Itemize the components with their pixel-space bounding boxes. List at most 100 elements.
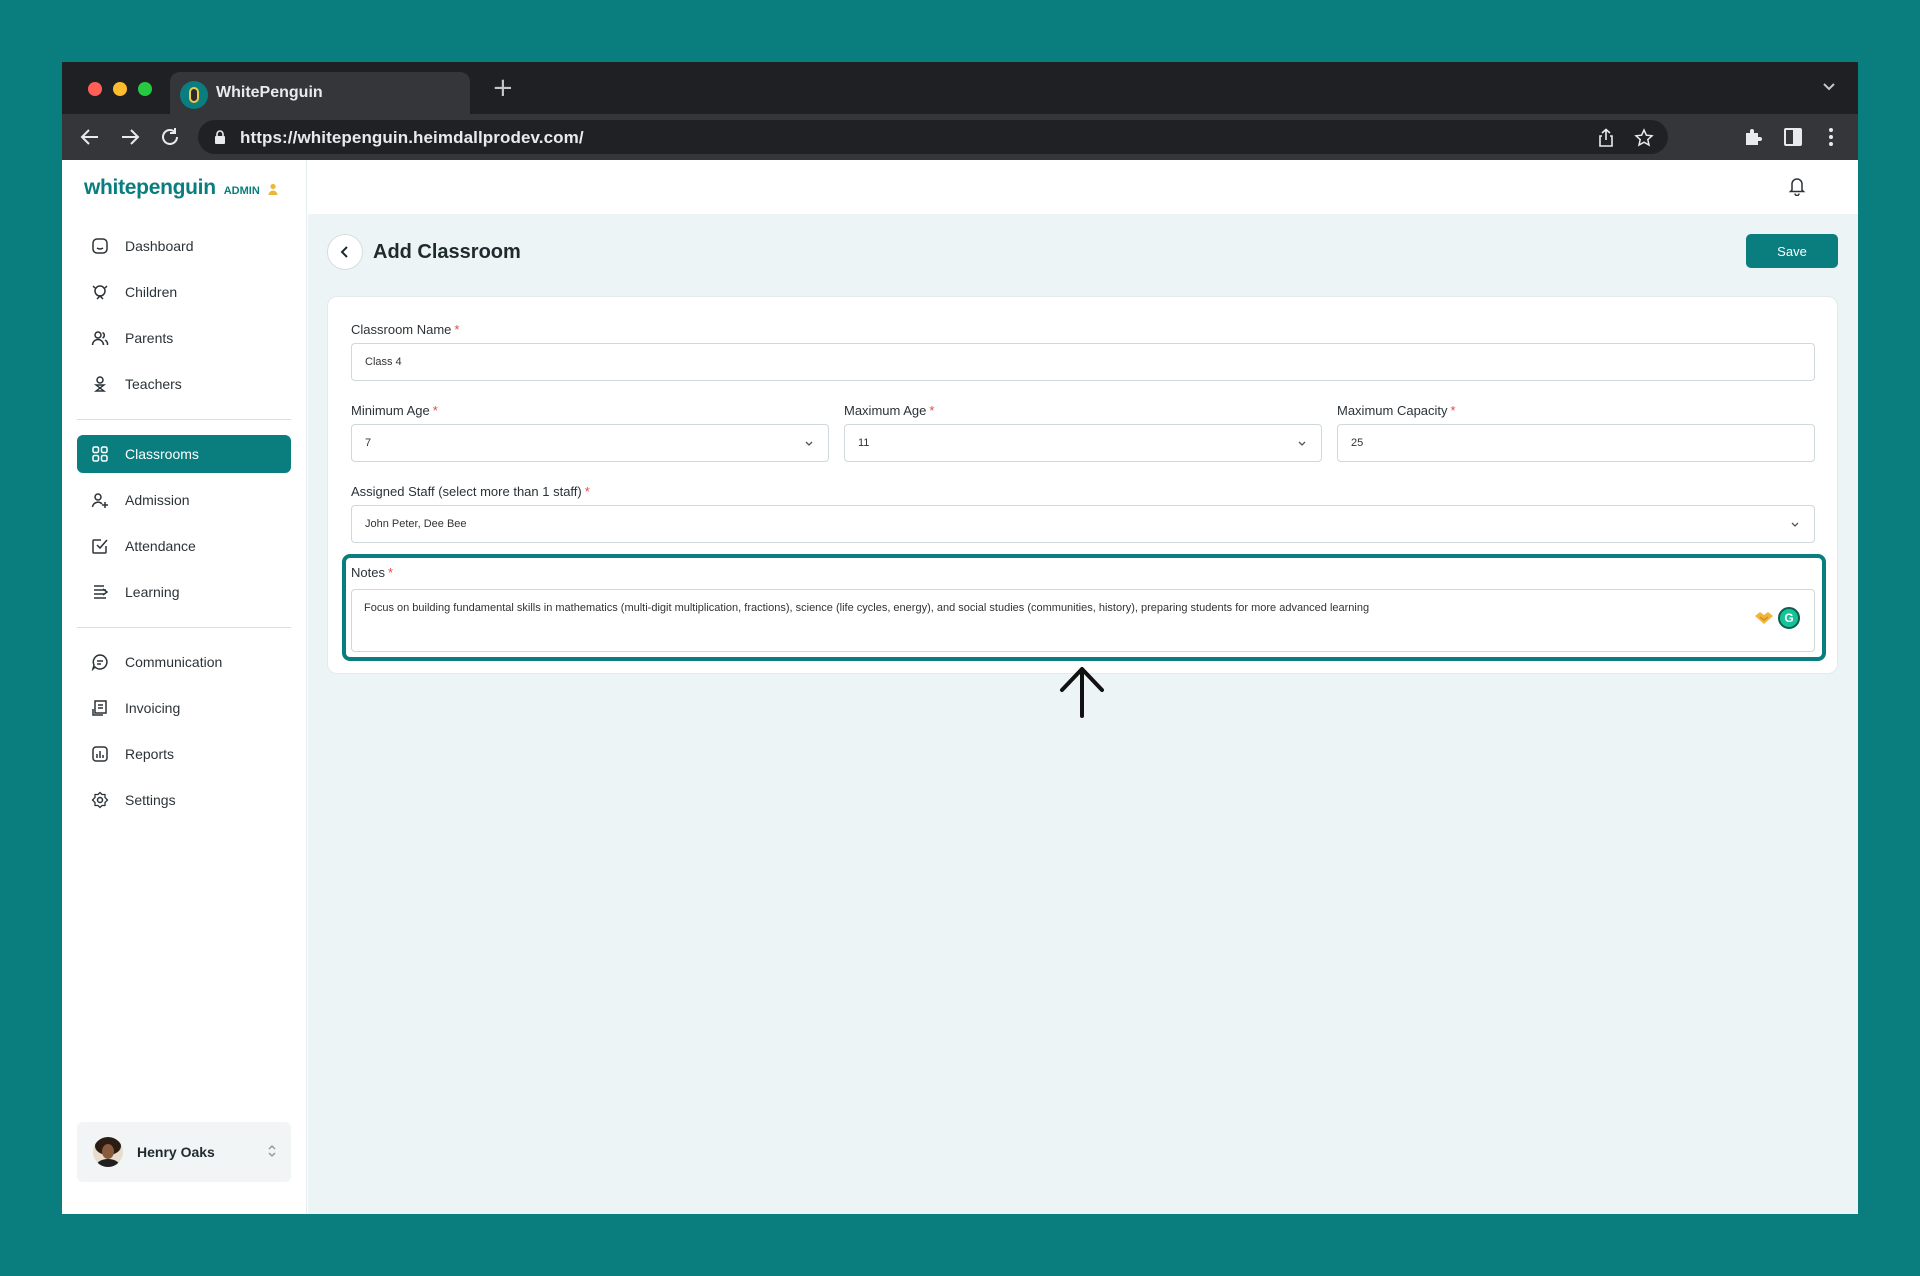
avatar (93, 1137, 123, 1167)
child-icon (91, 283, 109, 301)
brand-logo[interactable]: whitepenguin ADMIN (84, 176, 278, 200)
sidebar-item-label: Learning (125, 584, 180, 600)
sidebar-item-invoicing[interactable]: Invoicing (77, 689, 291, 727)
penguin-favicon-icon (180, 81, 208, 109)
user-plus-icon (91, 491, 109, 509)
chevron-down-icon (1298, 441, 1306, 446)
invoice-icon (91, 699, 109, 717)
admin-user-icon (268, 183, 278, 195)
classroom-name-label: Classroom Name * (351, 322, 459, 337)
field-label-text: Minimum Age (351, 403, 430, 418)
chart-icon (91, 745, 109, 763)
back-button[interactable] (327, 234, 363, 270)
select-value: John Peter, Dee Bee (365, 518, 467, 530)
forward-arrow-icon[interactable] (118, 125, 142, 149)
bell-icon[interactable] (1788, 176, 1806, 196)
sidebar-item-label: Settings (125, 792, 176, 808)
teacher-icon (91, 375, 109, 393)
sidebar-item-label: Children (125, 284, 178, 300)
chevron-down-icon (805, 441, 813, 446)
sidebar-item-attendance[interactable]: Attendance (77, 527, 291, 565)
maximum-capacity-input[interactable]: 25 (1337, 424, 1815, 462)
field-label-text: Notes (351, 565, 385, 580)
field-label-text: Maximum Age (844, 403, 927, 418)
maximum-age-label: Maximum Age * (844, 403, 934, 418)
up-arrow-annotation-icon (1060, 667, 1104, 718)
sidebar-item-label: Classrooms (125, 446, 199, 462)
chevron-down-icon (1791, 522, 1799, 527)
handshake-extension-icon[interactable] (1754, 610, 1774, 626)
minimize-window-button[interactable] (113, 82, 127, 96)
sidebar-item-admission[interactable]: Admission (77, 481, 291, 519)
sidebar-item-children[interactable]: Children (77, 273, 291, 311)
chat-icon (91, 653, 109, 671)
close-window-button[interactable] (88, 82, 102, 96)
required-asterisk: * (584, 484, 590, 499)
browser-toolbar: https://whitepenguin.heimdallprodev.com/ (62, 114, 1858, 160)
extensions-puzzle-icon[interactable] (1742, 126, 1764, 148)
classroom-name-input[interactable]: Class 4 (351, 343, 1815, 381)
sidebar-item-dashboard[interactable]: Dashboard (77, 227, 291, 265)
sidebar-item-settings[interactable]: Settings (77, 781, 291, 819)
assigned-staff-label: Assigned Staff (select more than 1 staff… (351, 484, 590, 499)
sidebar-item-teachers[interactable]: Teachers (77, 365, 291, 403)
maximum-age-select[interactable]: 11 (844, 424, 1322, 462)
sidebar-item-communication[interactable]: Communication (77, 643, 291, 681)
input-value: Class 4 (365, 356, 402, 368)
gear-icon (91, 791, 109, 809)
sidebar-divider (77, 627, 291, 628)
sidebar-item-label: Attendance (125, 538, 196, 554)
side-panel-icon[interactable] (1782, 126, 1804, 148)
chevron-down-icon[interactable] (1822, 82, 1836, 92)
sidebar-item-label: Reports (125, 746, 175, 762)
assigned-staff-select[interactable]: John Peter, Dee Bee (351, 505, 1815, 543)
sidebar-item-label: Admission (125, 492, 190, 508)
sidebar-item-label: Dashboard (125, 238, 194, 254)
sidebar: whitepenguin ADMIN Dashboard Children Pa… (62, 160, 307, 1214)
required-asterisk: * (454, 322, 460, 337)
browser-tab-bar: WhitePenguin + (62, 62, 1858, 114)
sidebar-item-classrooms[interactable]: Classrooms (77, 435, 291, 473)
required-asterisk: * (432, 403, 438, 418)
more-vertical-icon[interactable] (1820, 126, 1842, 148)
share-icon[interactable] (1596, 128, 1616, 148)
browser-tab[interactable]: WhitePenguin (170, 72, 470, 114)
sidebar-divider (77, 419, 291, 420)
back-arrow-icon[interactable] (78, 125, 102, 149)
notes-textarea[interactable]: Focus on building fundamental skills in … (351, 589, 1815, 652)
maximize-window-button[interactable] (138, 82, 152, 96)
grid-icon (91, 445, 109, 463)
field-label-text: Maximum Capacity (1337, 403, 1448, 418)
sidebar-item-parents[interactable]: Parents (77, 319, 291, 357)
reload-icon[interactable] (158, 125, 182, 149)
logo-wordmark: whitepenguin (84, 176, 216, 199)
minimum-age-select[interactable]: 7 (351, 424, 829, 462)
sidebar-item-label: Teachers (125, 376, 182, 392)
grammarly-icon[interactable]: G (1778, 607, 1800, 629)
users-icon (91, 329, 109, 347)
required-asterisk: * (1450, 403, 1456, 418)
chevron-left-icon (340, 246, 348, 258)
check-square-icon (91, 537, 109, 555)
admin-badge: ADMIN (223, 185, 260, 197)
classroom-form-card: Classroom Name * Class 4 Minimum Age * 7 M… (327, 296, 1838, 674)
sidebar-item-learning[interactable]: Learning (77, 573, 291, 611)
chevron-up-down-icon (268, 1145, 276, 1157)
top-bar (308, 160, 1858, 214)
lock-icon (215, 130, 225, 144)
required-asterisk: * (929, 403, 935, 418)
user-name: Henry Oaks (137, 1144, 215, 1160)
sidebar-item-reports[interactable]: Reports (77, 735, 291, 773)
new-tab-button[interactable]: + (492, 75, 514, 101)
input-value: 25 (1351, 437, 1364, 449)
select-value: 7 (365, 437, 372, 449)
tab-title: WhitePenguin (216, 84, 323, 101)
select-value: 11 (858, 437, 870, 449)
bookmark-star-icon[interactable] (1634, 128, 1654, 148)
sidebar-item-label: Communication (125, 654, 223, 670)
sidebar-item-label: Parents (125, 330, 174, 346)
home-icon (91, 237, 109, 255)
user-account-menu[interactable]: Henry Oaks (77, 1122, 291, 1182)
save-button[interactable]: Save (1746, 234, 1838, 268)
address-bar[interactable]: https://whitepenguin.heimdallprodev.com/ (198, 120, 1668, 154)
